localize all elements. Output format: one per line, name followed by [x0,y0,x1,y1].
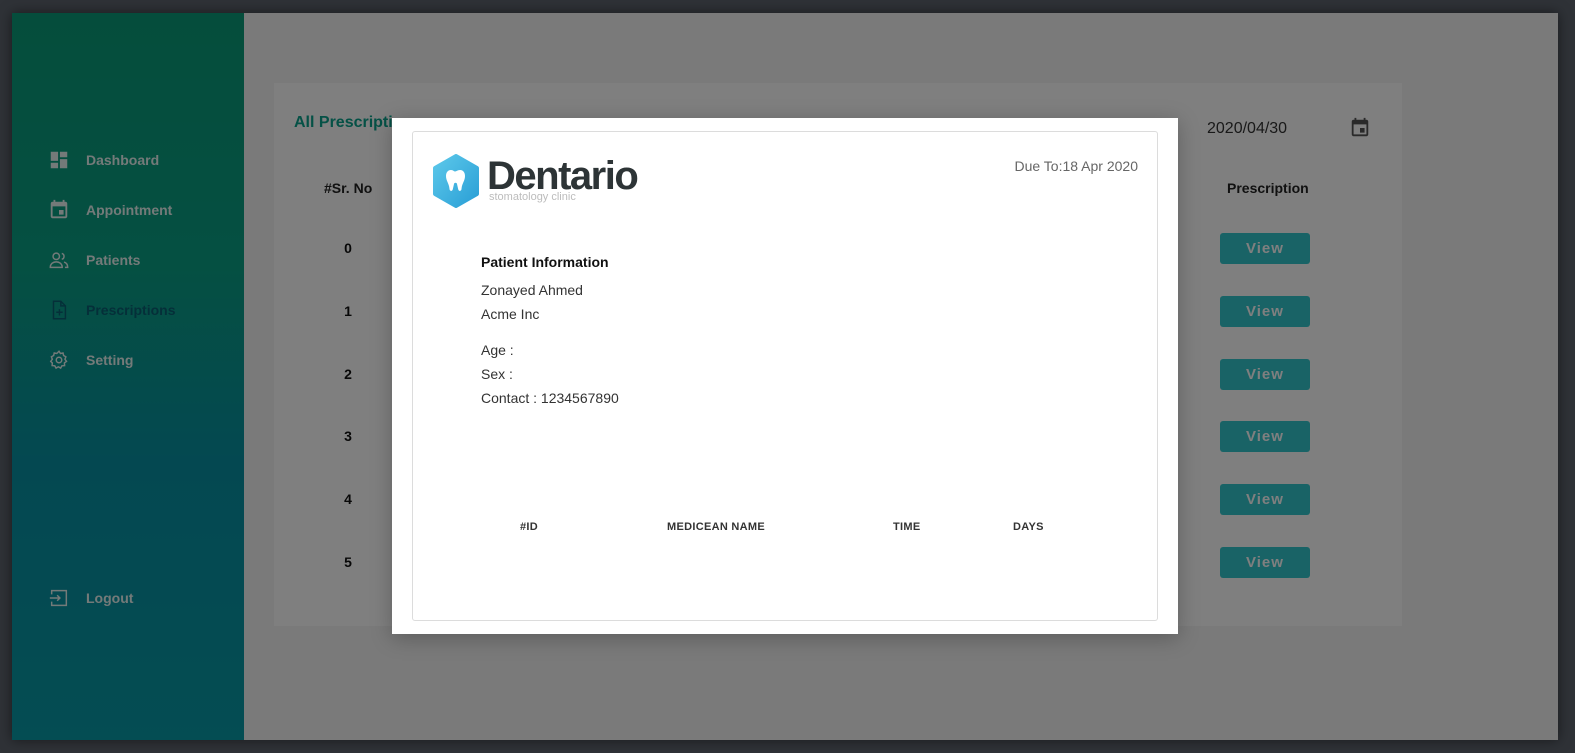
brand-tagline: stomatology clinic [489,191,576,203]
patient-sex: Sex : [481,366,513,382]
column-header-medicine: MEDICEAN NAME [667,521,766,533]
patient-info-heading: Patient Information [481,254,609,270]
patient-name: Zonayed Ahmed [481,282,583,298]
tooth-logo-icon [433,154,479,208]
column-header-id: #ID [520,521,539,533]
prescription-sheet: Dentario stomatology clinic Due To:18 Ap… [412,131,1158,621]
patient-contact: Contact : 1234567890 [481,390,619,406]
patient-company: Acme Inc [481,306,540,322]
due-date: Due To:18 Apr 2020 [1014,158,1138,174]
prescription-modal: Dentario stomatology clinic Due To:18 Ap… [392,118,1178,634]
column-header-days: DAYS [1013,521,1044,533]
patient-age: Age : [481,342,514,358]
column-header-time: TIME [893,521,921,533]
